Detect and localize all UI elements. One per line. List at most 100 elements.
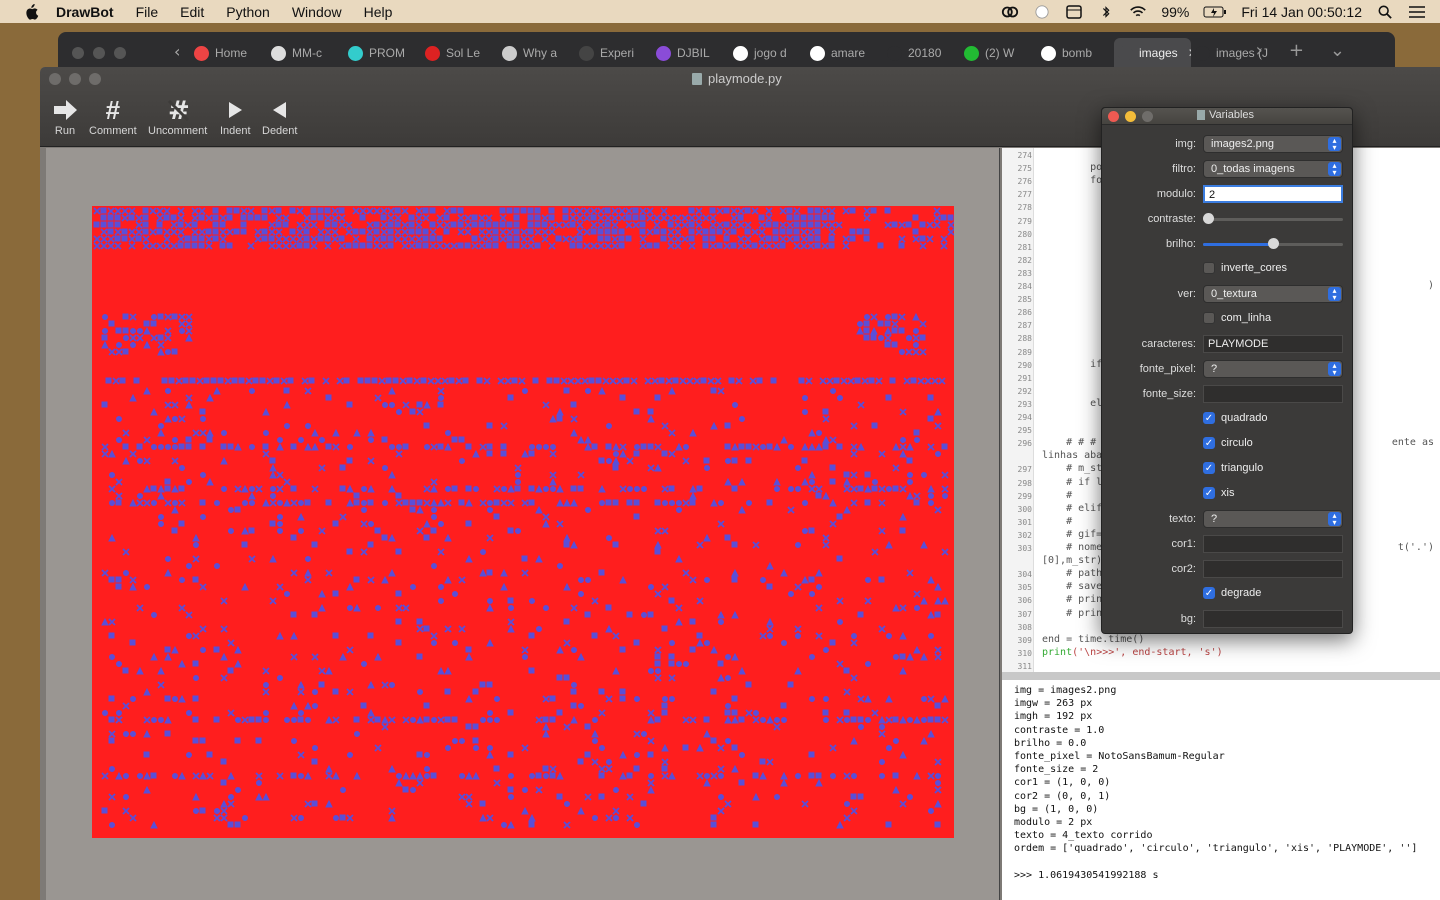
menu-drawbot[interactable]: DrawBot	[56, 4, 114, 20]
indent-button[interactable]: Indent	[220, 95, 251, 137]
line-number-gutter: 274 275 276 277 278 279 280 281 282 283 284 285 286 2…	[1002, 148, 1034, 672]
menu-window[interactable]: Window	[292, 4, 342, 20]
variable-checkbox[interactable]: inverte_cores	[1203, 262, 1287, 274]
browser-tab[interactable]: 20180	[883, 38, 960, 68]
tab-scroll-right-icon[interactable]: ›	[1256, 40, 1263, 61]
menu-lines-icon[interactable]	[1408, 5, 1426, 19]
menu-edit[interactable]: Edit	[180, 4, 204, 20]
variable-popup[interactable]: 0_todas imagens ▴ ▾	[1203, 160, 1343, 178]
battery-percent[interactable]: 99%	[1161, 4, 1189, 20]
variable-checkbox[interactable]: com_linha	[1203, 312, 1271, 324]
variable-checkbox[interactable]: ✓ quadrado	[1203, 412, 1268, 424]
battery-icon[interactable]	[1203, 5, 1227, 19]
browser-tab[interactable]: Why a	[498, 38, 575, 68]
variable-popup[interactable]: ? ▴ ▾	[1203, 360, 1343, 378]
output-line: cor2 = (0, 0, 1)	[1014, 790, 1111, 802]
browser-tab-label: amare	[831, 46, 866, 60]
variable-text-field[interactable]	[1203, 560, 1343, 578]
browser-tab[interactable]: MM-c	[267, 38, 344, 68]
output-line: imgh = 192 px	[1014, 711, 1093, 723]
variable-text-field[interactable]	[1203, 535, 1343, 553]
slider-knob[interactable]	[1268, 238, 1279, 249]
browser-tab[interactable]: bomb	[1037, 38, 1114, 68]
variables-title: Variables	[1209, 109, 1255, 121]
output-line: contraste = 1.0	[1014, 724, 1105, 736]
menu-file[interactable]: File	[136, 4, 159, 20]
minimize-icon[interactable]	[1125, 111, 1136, 122]
variable-slider[interactable]	[1203, 210, 1343, 228]
line-number: 293	[1017, 399, 1032, 409]
variable-popup[interactable]: ? ▴ ▾	[1203, 510, 1343, 528]
variable-checkbox[interactable]: ✓ degrade	[1203, 587, 1261, 599]
browser-tab[interactable]: jogo d	[729, 38, 806, 68]
creative-cloud-icon[interactable]	[1001, 5, 1019, 19]
apple-icon[interactable]	[20, 3, 42, 20]
calendar-icon[interactable]	[1065, 4, 1083, 19]
variable-text-field[interactable]	[1203, 385, 1343, 403]
canvas-view[interactable]	[46, 148, 1000, 900]
run-button[interactable]: Run	[52, 95, 78, 137]
drawbot-canvas[interactable]	[92, 206, 954, 838]
checkmark-icon[interactable]: ✓	[1203, 437, 1215, 449]
browser-tab[interactable]: images✕	[1114, 38, 1191, 68]
variable-popup[interactable]: images2.png ▴ ▾	[1203, 135, 1343, 153]
checkmark-icon[interactable]: ✓	[1203, 587, 1215, 599]
variable-label: filtro:	[1172, 163, 1196, 175]
code-line: # path	[1042, 568, 1103, 580]
variables-titlebar[interactable]: Variables	[1102, 108, 1352, 125]
bluetooth-icon[interactable]	[1097, 5, 1115, 19]
print-args: ('\n>>>', end-start, 's')	[1072, 646, 1223, 658]
variable-slider[interactable]	[1203, 235, 1343, 253]
output-console[interactable]: img = images2.png imgw = 263 px imgh = 192…	[1002, 680, 1440, 900]
line-number: 296	[1017, 439, 1032, 449]
zoom-icon[interactable]	[1142, 111, 1153, 122]
checkmark-icon[interactable]: ✓	[1203, 412, 1215, 424]
wifi-icon[interactable]	[1129, 5, 1147, 19]
browser-window-controls[interactable]	[72, 47, 126, 59]
variable-popup[interactable]: 0_textura ▴ ▾	[1203, 285, 1343, 303]
line-number: 279	[1017, 216, 1032, 226]
checkbox-empty-icon[interactable]	[1203, 312, 1215, 324]
browser-tab[interactable]: Experi	[575, 38, 652, 68]
comment-label: Comment	[89, 125, 137, 137]
search-icon[interactable]	[1376, 5, 1394, 19]
variable-checkbox[interactable]: ✓ triangulo	[1203, 462, 1263, 474]
menu-python[interactable]: Python	[226, 4, 270, 20]
browser-tab[interactable]: PROM	[344, 38, 421, 68]
variable-row: texto:? ▴ ▾	[1102, 510, 1354, 532]
browser-tab[interactable]: (2) W	[960, 38, 1037, 68]
browser-tab[interactable]: Sol Le	[421, 38, 498, 68]
browser-tab[interactable]: DJBIL	[652, 38, 729, 68]
clock[interactable]: Fri 14 Jan 00:50:12	[1241, 4, 1362, 20]
code-line: # if l	[1042, 476, 1103, 488]
uncomment-button[interactable]: # Uncomment	[148, 95, 207, 137]
window-controls[interactable]	[49, 73, 101, 85]
browser-tab[interactable]: Home	[190, 38, 267, 68]
variables-window-controls[interactable]	[1108, 111, 1153, 122]
slider-knob[interactable]	[1203, 213, 1214, 224]
browser-tab-label: Experi	[600, 46, 635, 60]
tab-scroll-left-icon[interactable]: ‹	[174, 42, 180, 61]
indent-label: Indent	[220, 125, 251, 137]
tab-list-chevron-icon[interactable]: ⌄	[1330, 40, 1345, 61]
variable-checkbox[interactable]: ✓ xis	[1203, 487, 1234, 499]
variable-row: inverte_cores	[1102, 260, 1354, 282]
variable-text-field[interactable]: PLAYMODE	[1203, 335, 1343, 353]
browser-tab[interactable]: amare	[806, 38, 883, 68]
close-icon[interactable]	[1108, 111, 1119, 122]
dedent-button[interactable]: Dedent	[262, 95, 297, 137]
checkmark-icon[interactable]: ✓	[1203, 487, 1215, 499]
variable-row: ver: 0_textura ▴ ▾	[1102, 285, 1354, 307]
variable-text-field[interactable]	[1203, 610, 1343, 628]
variable-checkbox[interactable]: ✓ circulo	[1203, 437, 1253, 449]
comment-button[interactable]: # Comment	[89, 95, 137, 138]
status-circle-icon[interactable]	[1033, 4, 1051, 19]
line-number: 294	[1017, 413, 1032, 422]
editor-output-splitter[interactable]	[1002, 672, 1440, 680]
new-tab-icon[interactable]: +	[1289, 40, 1304, 61]
checkmark-icon[interactable]: ✓	[1203, 462, 1215, 474]
variable-text-field[interactable]: 2	[1203, 185, 1343, 203]
output-line: img = images2.png	[1014, 685, 1117, 696]
menu-help[interactable]: Help	[364, 4, 393, 20]
checkbox-empty-icon[interactable]	[1203, 262, 1215, 274]
